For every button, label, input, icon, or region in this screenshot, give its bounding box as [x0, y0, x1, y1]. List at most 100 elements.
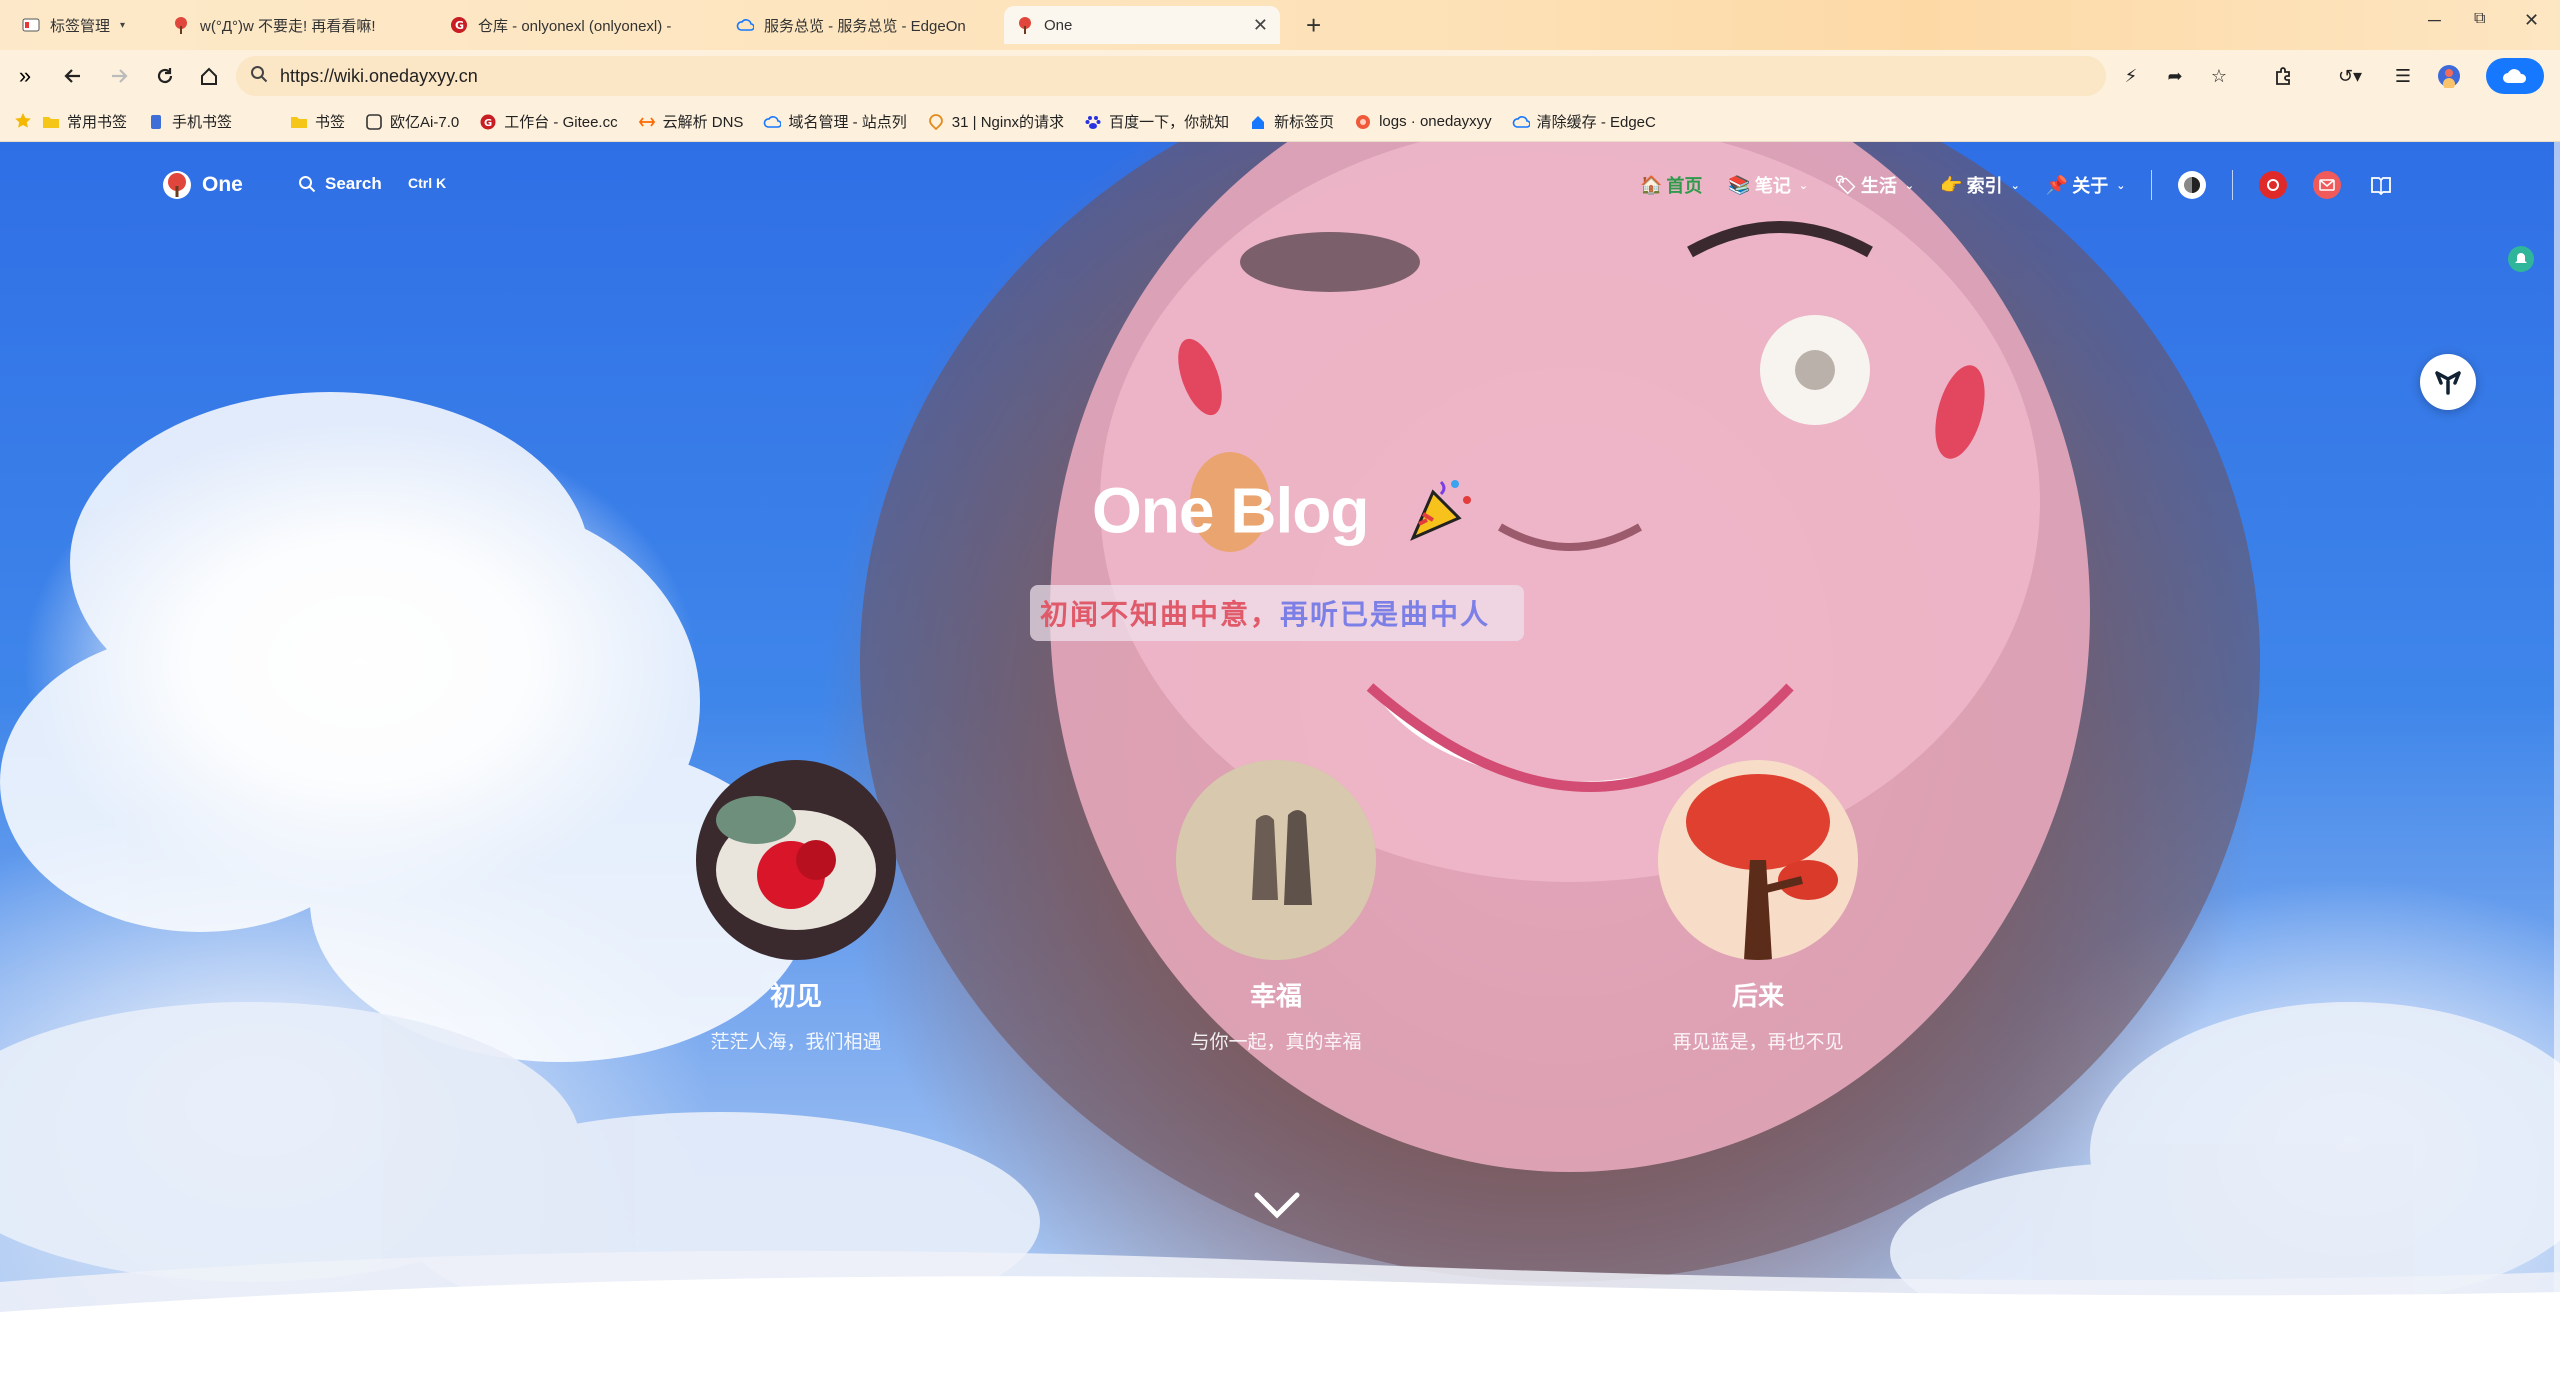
- window-close-icon[interactable]: ✕: [2524, 10, 2539, 31]
- home-icon: [1249, 113, 1267, 131]
- nav-label: 关于: [2072, 176, 2109, 196]
- bookmark-item[interactable]: 书签: [290, 111, 345, 132]
- bookmark-item[interactable]: 新标签页: [1249, 111, 1334, 132]
- home-emoji-icon: 🏠: [1640, 174, 1663, 195]
- lightning-icon[interactable]: ⚡: [2118, 63, 2144, 89]
- forward-icon[interactable]: [104, 61, 134, 91]
- home-icon[interactable]: [194, 61, 224, 91]
- address-bar[interactable]: https://wiki.onedayxyy.cn: [236, 56, 2106, 96]
- svg-text:G: G: [484, 118, 492, 129]
- bookmark-item[interactable]: logs · onedayxyy: [1354, 113, 1492, 131]
- new-tab-button[interactable]: +: [1306, 10, 1321, 40]
- folder-icon: [290, 113, 308, 131]
- tab-gitee-repo[interactable]: G 仓库 - onlyonexl (onlyonexl) -: [438, 6, 718, 44]
- nav-life[interactable]: 🏷 生活 ⌄: [1834, 172, 1914, 198]
- card-subtitle: 与你一起，真的幸福: [1190, 1032, 1362, 1053]
- tab-manager[interactable]: 标签管理 ▾: [10, 6, 160, 44]
- bookmark-item[interactable]: 31 | Nginx的请求: [927, 111, 1064, 132]
- flower-logo-icon: [163, 171, 191, 199]
- reload-icon[interactable]: [150, 61, 180, 91]
- search-button[interactable]: Search: [298, 174, 382, 194]
- bookmark-item[interactable]: G 工作台 - Gitee.cc: [479, 111, 618, 132]
- bookmark-item[interactable]: 欧亿Ai-7.0: [365, 111, 459, 132]
- close-icon[interactable]: ✕: [1253, 15, 1268, 36]
- bookmark-item[interactable]: 手机书签: [147, 111, 232, 132]
- scroll-down-chevron-icon[interactable]: [1254, 1190, 1300, 1225]
- scrollbar[interactable]: [2554, 142, 2560, 1386]
- story-card-happiness[interactable]: 幸福 与你一起，真的幸福: [1176, 760, 1376, 1054]
- card-image: [1658, 760, 1858, 960]
- bookmark-item[interactable]: 域名管理 - 站点列: [763, 111, 907, 132]
- star-folder-icon: [14, 112, 32, 132]
- nav-home[interactable]: 🏠 首页: [1640, 172, 1702, 198]
- bookmark-item[interactable]: 云解析 DNS: [638, 111, 743, 132]
- bookmark-label: 新标签页: [1274, 114, 1335, 131]
- bookmark-item[interactable]: 常用书签: [42, 111, 127, 132]
- reading-mode-icon[interactable]: [2367, 171, 2395, 199]
- restore-icon[interactable]: ⧉: [2474, 10, 2485, 28]
- dns-icon: [638, 113, 656, 131]
- tab-one-active[interactable]: One ✕: [1004, 6, 1280, 44]
- favorite-star-icon[interactable]: ☆: [2206, 63, 2232, 89]
- card-image: [1176, 760, 1376, 960]
- card-subtitle: 茫茫人海，我们相遇: [710, 1032, 882, 1053]
- back-icon[interactable]: [58, 61, 88, 91]
- geek-icon: [927, 113, 945, 131]
- bookmark-label: 手机书签: [172, 114, 233, 131]
- nav-divider: [2232, 170, 2234, 200]
- tab-title: 服务总览 - 服务总览 - EdgeOn: [764, 17, 966, 35]
- cloud-favicon: [736, 16, 754, 34]
- cloud-sync-button[interactable]: [2486, 58, 2544, 94]
- search-icon: [250, 65, 268, 88]
- search-shortcut-hint: Ctrl K: [408, 175, 447, 191]
- history-icon[interactable]: ↺▾: [2330, 63, 2370, 89]
- pointer-emoji-icon: 👉: [1940, 174, 1963, 195]
- bookmark-item[interactable]: 清除缓存 - EdgeC: [1512, 111, 1656, 132]
- nav-notes[interactable]: 📚 笔记 ⌄: [1728, 172, 1808, 198]
- cloud-favicon: [763, 113, 782, 131]
- flower-favicon: [1016, 16, 1034, 34]
- ai-icon: [365, 113, 383, 131]
- bottom-wave-divider: [0, 1250, 2560, 1386]
- chevron-down-icon: ⌄: [1904, 179, 1915, 192]
- theme-toggle-icon[interactable]: [2178, 171, 2207, 199]
- tab-blog-leave[interactable]: w(°Д°)w 不要走! 再看看嘛!: [160, 6, 430, 44]
- subtitle-part-one: 初闻不知曲中意，: [1040, 599, 1281, 630]
- social-weibo-icon[interactable]: [2259, 171, 2288, 199]
- logo-text: One: [202, 173, 243, 196]
- site-logo[interactable]: One: [162, 170, 243, 200]
- bookmark-label: 31 | Nginx的请求: [951, 114, 1065, 131]
- tab-edgeone[interactable]: 服务总览 - 服务总览 - EdgeOn: [724, 6, 999, 44]
- tab-title: One: [1044, 16, 1073, 34]
- nav-label: 索引: [1966, 176, 2003, 196]
- profile-avatar-icon[interactable]: [2436, 63, 2462, 89]
- bookmark-label: 域名管理 - 站点列: [788, 114, 907, 131]
- notification-bell-icon[interactable]: [2508, 246, 2534, 272]
- assistant-widget-icon[interactable]: [2420, 354, 2476, 410]
- chevron-down-icon: ⌄: [2010, 179, 2020, 192]
- sidebar-toggle-icon[interactable]: »: [10, 61, 40, 91]
- nav-about[interactable]: 📌 关于 ⌄: [2046, 172, 2126, 198]
- menu-icon[interactable]: ☰: [2390, 63, 2416, 89]
- chevron-down-icon: ⌄: [1798, 179, 1809, 192]
- extensions-icon[interactable]: [2270, 63, 2296, 89]
- tab-manager-icon: [22, 16, 40, 34]
- card-title: 初见: [769, 981, 822, 1011]
- top-navigation: 🏠 首页 📚 笔记 ⌄ 🏷 生活 ⌄ 👉 索引 ⌄ 📌 关于 ⌄: [1640, 170, 2395, 200]
- search-icon: [299, 176, 316, 193]
- minimize-icon[interactable]: ─: [2428, 10, 2441, 31]
- search-label: Search: [325, 174, 382, 193]
- cloud-icon: [2503, 69, 2527, 83]
- story-card-later[interactable]: 后来 再见蓝是，再也不见: [1658, 760, 1858, 1054]
- bookmark-item[interactable]: 百度一下，你就知: [1084, 111, 1229, 132]
- bookmarks-bar: 常用书签 手机书签 书签 欧亿Ai-7.0 G 工作台 - Gitee.cc 云…: [0, 102, 2560, 142]
- email-icon[interactable]: [2313, 171, 2342, 199]
- bookmark-label: 工作台 - Gitee.cc: [504, 114, 618, 131]
- nav-divider: [2151, 170, 2153, 200]
- story-card-first-meet[interactable]: 初见 茫茫人海，我们相遇: [696, 760, 896, 1054]
- nav-index[interactable]: 👉 索引 ⌄: [1940, 172, 2020, 198]
- browser-tab-strip: 标签管理 ▾ w(°Д°)w 不要走! 再看看嘛! G 仓库 - onlyone…: [0, 0, 2560, 50]
- share-icon[interactable]: ➦: [2162, 63, 2188, 89]
- baidu-icon: [1084, 113, 1102, 131]
- hero-subtitle: 初闻不知曲中意， 再听已是曲中人: [1030, 585, 1524, 641]
